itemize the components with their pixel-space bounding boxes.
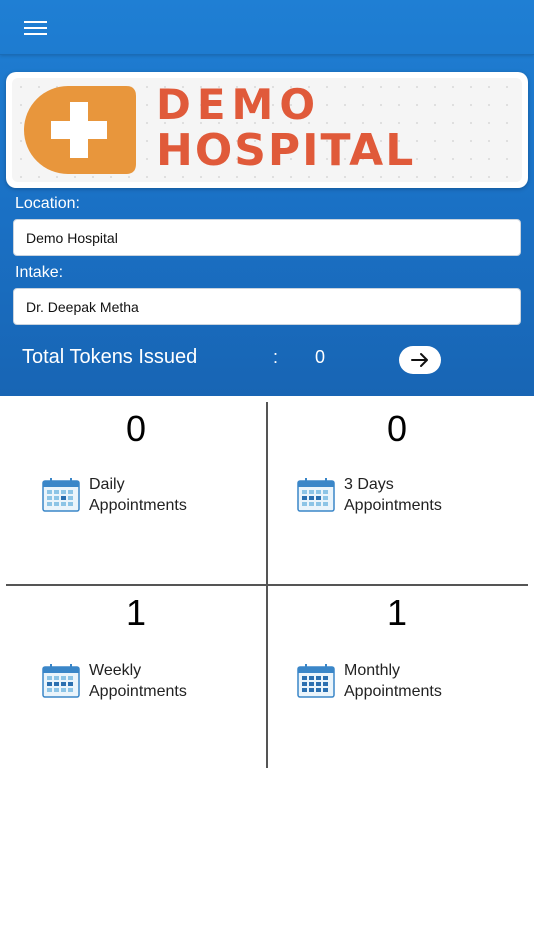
hospital-logo: DEMO HOSPITAL bbox=[12, 78, 522, 182]
location-field[interactable]: Demo Hospital bbox=[13, 219, 521, 256]
weekly-appointments-count: 1 bbox=[125, 592, 147, 633]
hospital-logo-text: DEMO HOSPITAL bbox=[156, 82, 526, 174]
tile-label-line1: Daily bbox=[89, 476, 125, 493]
tile-label-line2: Appointments bbox=[89, 683, 187, 700]
header-panel: DEMO HOSPITAL Location: Demo Hospital In… bbox=[0, 0, 534, 396]
three-days-appointments-label: 3 Days Appointments bbox=[344, 474, 442, 516]
intake-label: Intake: bbox=[15, 264, 64, 281]
monthly-appointments-tile[interactable]: 1 Monthly Appointments bbox=[267, 586, 527, 766]
daily-appointments-label: Daily Appointments bbox=[89, 474, 187, 516]
calendar-icon bbox=[297, 664, 335, 698]
appointments-grid: 0 Daily Appointments 0 3 Days Appointmen… bbox=[0, 396, 534, 768]
hospital-logo-card: DEMO HOSPITAL bbox=[6, 72, 528, 188]
weekly-appointments-tile[interactable]: 1 Weekly Appointments bbox=[6, 586, 266, 766]
total-tokens-separator: : bbox=[273, 347, 279, 367]
top-app-bar bbox=[0, 0, 534, 55]
logo-text-line1: DEMO bbox=[156, 80, 322, 129]
tile-label-line1: 3 Days bbox=[344, 476, 394, 493]
calendar-icon bbox=[42, 664, 80, 698]
logo-text-line2: HOSPITAL bbox=[156, 125, 416, 176]
monthly-appointments-count: 1 bbox=[386, 592, 408, 633]
tile-label-line2: Appointments bbox=[344, 683, 442, 700]
three-days-appointments-count: 0 bbox=[386, 408, 408, 449]
total-tokens-value: 0 bbox=[315, 347, 326, 367]
plus-cross-icon bbox=[24, 86, 136, 174]
location-label: Location: bbox=[15, 195, 80, 212]
daily-appointments-count: 0 bbox=[125, 408, 147, 449]
weekly-appointments-label: Weekly Appointments bbox=[89, 660, 187, 702]
tile-label-line1: Weekly bbox=[89, 662, 142, 679]
daily-appointments-tile[interactable]: 0 Daily Appointments bbox=[6, 396, 266, 576]
tile-label-line2: Appointments bbox=[344, 497, 442, 514]
hamburger-menu-icon[interactable] bbox=[18, 14, 52, 42]
calendar-icon bbox=[297, 478, 335, 512]
tile-label-line2: Appointments bbox=[89, 497, 187, 514]
total-tokens-label: Total Tokens Issued bbox=[22, 346, 198, 368]
tile-label-line1: Monthly bbox=[344, 662, 401, 679]
monthly-appointments-label: Monthly Appointments bbox=[344, 660, 442, 702]
three-days-appointments-tile[interactable]: 0 3 Days Appointments bbox=[267, 396, 527, 576]
calendar-icon bbox=[42, 478, 80, 512]
tokens-go-button[interactable] bbox=[399, 346, 441, 374]
arrow-right-icon bbox=[411, 353, 428, 367]
intake-field[interactable]: Dr. Deepak Metha bbox=[13, 288, 521, 325]
